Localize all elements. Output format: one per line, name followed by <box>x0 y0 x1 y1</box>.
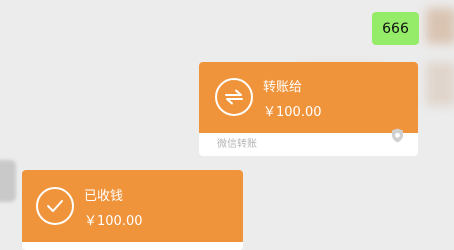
right-avatar-2-blurred[interactable] <box>426 62 454 106</box>
received-transfer-card[interactable]: 已收钱 ￥100.00 <box>22 170 243 250</box>
transfer-arrows-icon <box>215 78 253 116</box>
transfer-card[interactable]: 转账给 ￥100.00 微信转账 <box>199 62 418 156</box>
check-circle-icon <box>36 187 74 225</box>
left-avatar-blurred[interactable] <box>0 160 16 202</box>
transfer-amount: ￥100.00 <box>263 105 322 120</box>
received-card-footer <box>22 242 243 250</box>
shield-icon <box>391 128 404 152</box>
message-text: 666 <box>382 20 409 37</box>
received-card-body: 已收钱 ￥100.00 <box>22 170 243 242</box>
received-title: 已收钱 <box>84 189 124 204</box>
text-message-bubble[interactable]: 666 <box>372 12 419 45</box>
transfer-footer-label: 微信转账 <box>217 139 257 150</box>
received-amount: ￥100.00 <box>84 214 143 229</box>
right-avatar-blurred[interactable] <box>426 8 454 44</box>
transfer-title: 转账给 <box>263 80 303 95</box>
transfer-card-body: 转账给 ￥100.00 <box>199 62 418 133</box>
transfer-card-footer: 微信转账 <box>199 128 418 156</box>
